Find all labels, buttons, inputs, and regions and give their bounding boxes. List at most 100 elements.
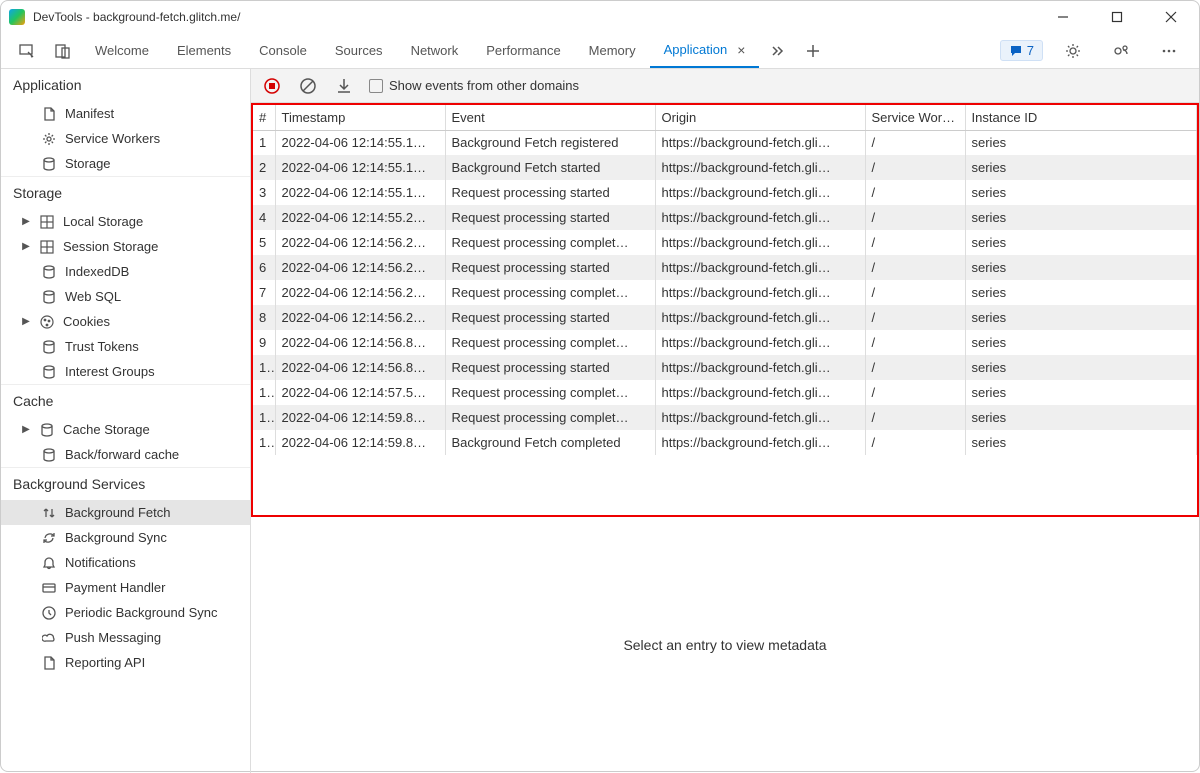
close-button[interactable] (1151, 3, 1191, 31)
sidebar-item-cookies[interactable]: ▶Cookies (1, 309, 250, 334)
table-row[interactable]: 1…2022-04-06 12:14:56.8…Request processi… (253, 355, 1197, 380)
cell: 2022-04-06 12:14:56.8… (275, 330, 445, 355)
clear-icon[interactable] (297, 75, 319, 97)
section-cache: Cache (1, 384, 250, 417)
database-icon (39, 422, 55, 438)
cell: / (865, 255, 965, 280)
cell: / (865, 155, 965, 180)
table-row[interactable]: 22022-04-06 12:14:55.1…Background Fetch … (253, 155, 1197, 180)
sidebar-item-notifications[interactable]: Notifications (1, 550, 250, 575)
table-row[interactable]: 42022-04-06 12:14:55.2…Request processin… (253, 205, 1197, 230)
sidebar-item-local-storage[interactable]: ▶Local Storage (1, 209, 250, 234)
sidebar-item-push-messaging[interactable]: Push Messaging (1, 625, 250, 650)
tab-performance[interactable]: Performance (472, 33, 574, 68)
events-table-wrap: # Timestamp Event Origin Service Wor… In… (251, 103, 1199, 517)
file-icon (41, 655, 57, 671)
checkbox-icon[interactable] (369, 79, 383, 93)
expand-icon[interactable]: ▶ (21, 316, 31, 327)
tab-welcome[interactable]: Welcome (81, 33, 163, 68)
sidebar-item-payment-handler[interactable]: Payment Handler (1, 575, 250, 600)
table-row[interactable]: 1…2022-04-06 12:14:59.8…Request processi… (253, 405, 1197, 430)
table-row[interactable]: 72022-04-06 12:14:56.2…Request processin… (253, 280, 1197, 305)
expand-icon[interactable]: ▶ (21, 216, 31, 227)
more-tabs-icon[interactable] (759, 33, 795, 69)
inspect-icon[interactable] (9, 33, 45, 69)
show-other-domains-checkbox[interactable]: Show events from other domains (369, 78, 579, 93)
gear-icon (41, 131, 57, 147)
table-row[interactable]: 92022-04-06 12:14:56.8…Request processin… (253, 330, 1197, 355)
download-icon[interactable] (333, 75, 355, 97)
settings-icon[interactable] (1055, 33, 1091, 69)
col-header-timestamp[interactable]: Timestamp (275, 105, 445, 130)
more-icon[interactable] (1151, 33, 1187, 69)
col-header-num[interactable]: # (253, 105, 275, 130)
device-toggle-icon[interactable] (45, 33, 81, 69)
cell: series (965, 355, 1197, 380)
tab-application[interactable]: Application× (650, 33, 760, 68)
table-row[interactable]: 82022-04-06 12:14:56.2…Request processin… (253, 305, 1197, 330)
sidebar-item-reporting-api[interactable]: Reporting API (1, 650, 250, 675)
cell: Request processing complet… (445, 405, 655, 430)
table-row[interactable]: 12022-04-06 12:14:55.1…Background Fetch … (253, 130, 1197, 155)
add-tab-icon[interactable] (795, 33, 831, 69)
tab-network[interactable]: Network (397, 33, 473, 68)
cell: https://background-fetch.gli… (655, 230, 865, 255)
events-table: # Timestamp Event Origin Service Wor… In… (253, 105, 1197, 455)
cell: 1… (253, 380, 275, 405)
table-row[interactable]: 62022-04-06 12:14:56.2…Request processin… (253, 255, 1197, 280)
close-tab-icon[interactable]: × (737, 42, 745, 58)
cell: https://background-fetch.gli… (655, 305, 865, 330)
sidebar-item-periodic-sync[interactable]: Periodic Background Sync (1, 600, 250, 625)
tab-console[interactable]: Console (245, 33, 321, 68)
database-icon (41, 289, 57, 305)
issues-count: 7 (1027, 43, 1034, 58)
sidebar-item-background-fetch[interactable]: Background Fetch (1, 500, 250, 525)
cell: https://background-fetch.gli… (655, 130, 865, 155)
bell-icon (41, 555, 57, 571)
col-header-service-worker[interactable]: Service Wor… (865, 105, 965, 130)
tab-sources[interactable]: Sources (321, 33, 397, 68)
table-row[interactable]: 1…2022-04-06 12:14:59.8…Background Fetch… (253, 430, 1197, 455)
cell: series (965, 155, 1197, 180)
sidebar-item-websql[interactable]: Web SQL (1, 284, 250, 309)
cell: / (865, 280, 965, 305)
cell: Request processing complet… (445, 330, 655, 355)
devtools-tabs-row: Welcome Elements Console Sources Network… (1, 33, 1199, 69)
table-row[interactable]: 32022-04-06 12:14:55.1…Request processin… (253, 180, 1197, 205)
cell: 8 (253, 305, 275, 330)
tab-memory[interactable]: Memory (575, 33, 650, 68)
feedback-icon[interactable] (1103, 33, 1139, 69)
section-storage: Storage (1, 176, 250, 209)
col-header-origin[interactable]: Origin (655, 105, 865, 130)
expand-icon[interactable]: ▶ (21, 241, 31, 252)
sidebar-item-session-storage[interactable]: ▶Session Storage (1, 234, 250, 259)
col-header-instance-id[interactable]: Instance ID (965, 105, 1197, 130)
sidebar-item-manifest[interactable]: Manifest (1, 101, 250, 126)
issues-badge[interactable]: 7 (1000, 40, 1043, 61)
col-header-event[interactable]: Event (445, 105, 655, 130)
sidebar-item-service-workers[interactable]: Service Workers (1, 126, 250, 151)
cell: / (865, 380, 965, 405)
sidebar-item-indexeddb[interactable]: IndexedDB (1, 259, 250, 284)
record-icon[interactable] (261, 75, 283, 97)
sidebar-item-interest-groups[interactable]: Interest Groups (1, 359, 250, 384)
sidebar-item-trust-tokens[interactable]: Trust Tokens (1, 334, 250, 359)
window-title: DevTools - background-fetch.glitch.me/ (33, 10, 1043, 24)
table-row[interactable]: 1…2022-04-06 12:14:57.5…Request processi… (253, 380, 1197, 405)
sidebar-item-storage[interactable]: Storage (1, 151, 250, 176)
cell: Background Fetch registered (445, 130, 655, 155)
cell: https://background-fetch.gli… (655, 205, 865, 230)
expand-icon[interactable]: ▶ (21, 424, 31, 435)
sidebar-item-background-sync[interactable]: Background Sync (1, 525, 250, 550)
titlebar: DevTools - background-fetch.glitch.me/ (1, 1, 1199, 33)
tab-elements[interactable]: Elements (163, 33, 245, 68)
sidebar-item-cache-storage[interactable]: ▶Cache Storage (1, 417, 250, 442)
cell: series (965, 330, 1197, 355)
sidebar-item-bf-cache[interactable]: Back/forward cache (1, 442, 250, 467)
table-row[interactable]: 52022-04-06 12:14:56.2…Request processin… (253, 230, 1197, 255)
minimize-button[interactable] (1043, 3, 1083, 31)
cell: 2022-04-06 12:14:56.2… (275, 230, 445, 255)
cell: 7 (253, 280, 275, 305)
chat-icon (1009, 44, 1023, 58)
maximize-button[interactable] (1097, 3, 1137, 31)
